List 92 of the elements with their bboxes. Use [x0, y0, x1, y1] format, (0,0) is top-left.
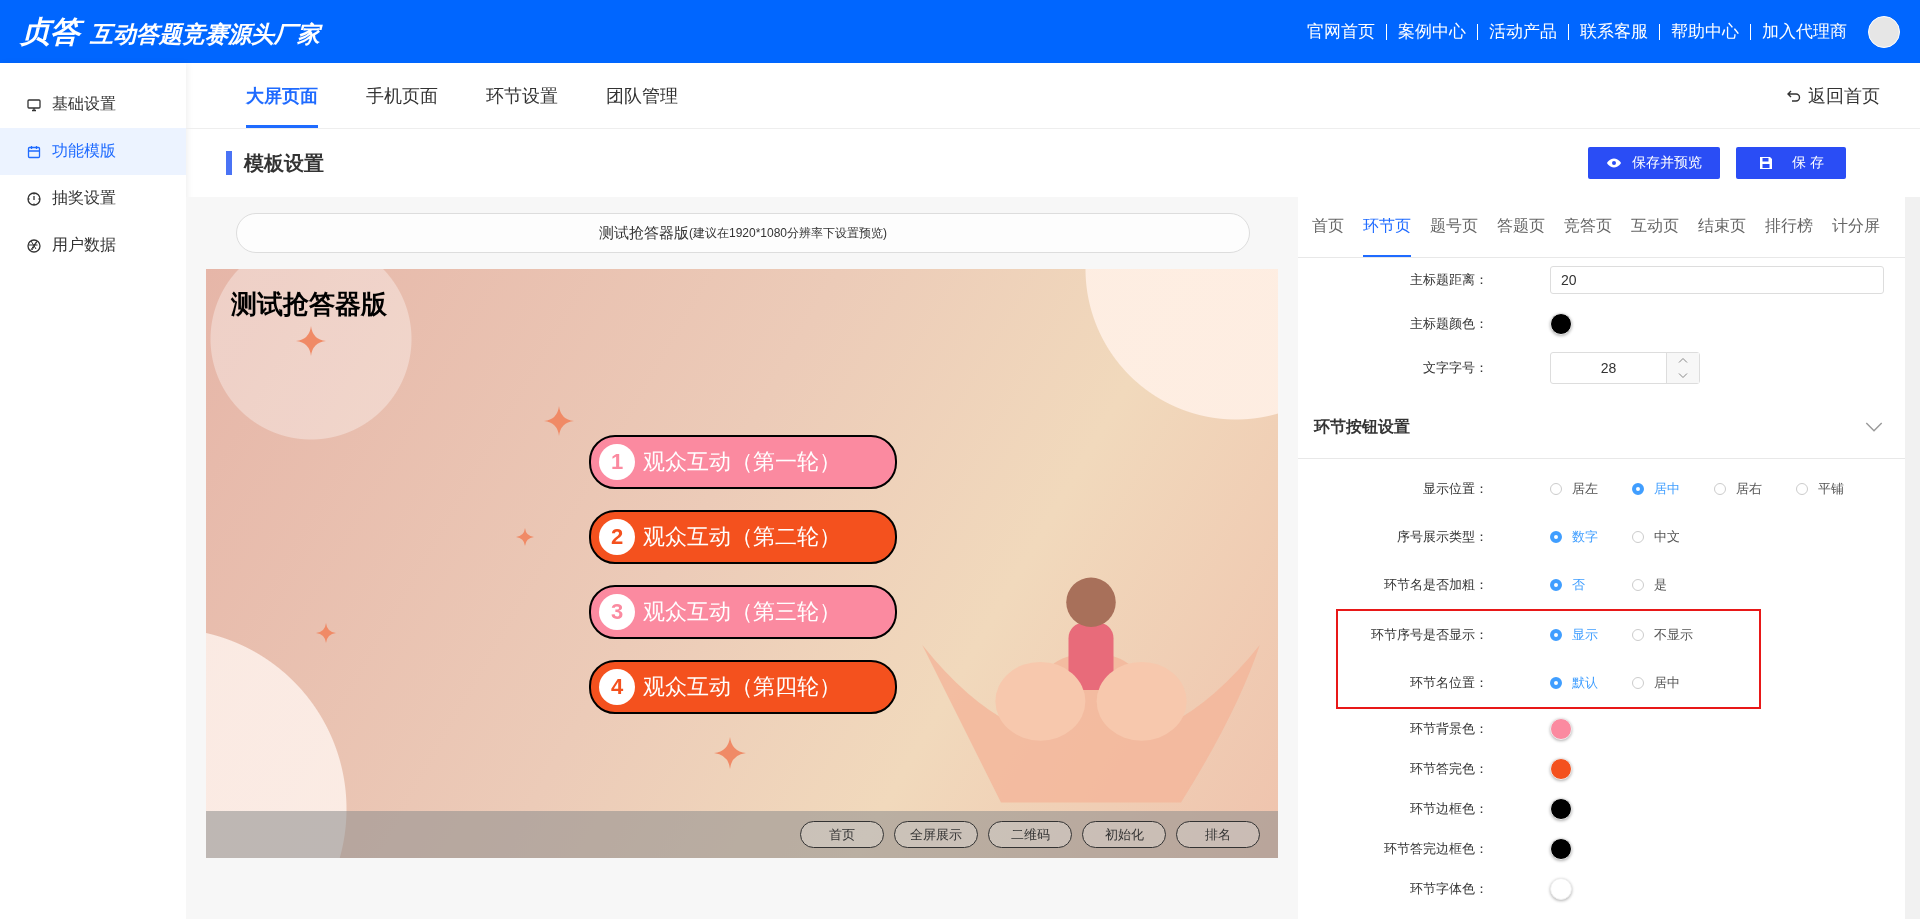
sidebar-item[interactable]: 抽奖设置 [0, 175, 186, 222]
settings-tab[interactable]: 计分屏 [1832, 197, 1880, 257]
field-label: 环节序号是否显示： [1370, 626, 1488, 644]
group-header[interactable]: 环节按钮设置 [1298, 396, 1905, 459]
back-link[interactable]: 返回首页 [1786, 63, 1880, 128]
settings-tab[interactable]: 竞答页 [1564, 197, 1612, 257]
settings-tab[interactable]: 结束页 [1698, 197, 1746, 257]
color-swatch[interactable] [1550, 838, 1572, 860]
calendar-icon [26, 143, 42, 160]
control-button[interactable]: 二维码 [988, 821, 1072, 848]
radio-option[interactable]: 是 [1632, 576, 1714, 594]
radio-option[interactable]: 中文 [1632, 528, 1714, 546]
dial-icon [26, 190, 42, 207]
sidebar-item[interactable]: 基础设置 [0, 81, 186, 128]
round-number: 4 [599, 669, 635, 705]
field-label: 环节背景色： [1409, 720, 1488, 738]
action-button[interactable]: 保存并预览 [1588, 147, 1721, 179]
radio-circle[interactable] [1714, 483, 1726, 495]
page-tab[interactable]: 团队管理 [606, 63, 678, 128]
radio-option[interactable]: 不显示 [1632, 626, 1714, 644]
round-number: 2 [599, 519, 635, 555]
chevron-icon [1865, 421, 1883, 433]
avatar[interactable] [1868, 15, 1900, 48]
nav-link[interactable]: 联系客服 [1569, 20, 1659, 43]
number-input[interactable]: 28 [1550, 352, 1700, 384]
page-tab[interactable]: 大屏页面 [246, 63, 318, 128]
action-button[interactable]: 保 存 [1736, 147, 1846, 179]
sidebar-item[interactable]: 用户数据 [0, 222, 186, 269]
radio-option[interactable]: 平铺 [1796, 480, 1878, 498]
radio-circle[interactable] [1632, 629, 1644, 641]
radio-circle[interactable] [1550, 579, 1562, 591]
field-label: 环节名位置： [1409, 674, 1488, 692]
radio-option[interactable]: 居左 [1550, 480, 1632, 498]
sparkle-icon [516, 527, 534, 547]
section-title: 模板设置 [244, 150, 324, 176]
radio-circle[interactable] [1550, 531, 1562, 543]
color-swatch[interactable] [1550, 798, 1572, 820]
radio-circle[interactable] [1550, 629, 1562, 641]
nav-link[interactable]: 帮助中心 [1660, 20, 1750, 43]
logo-text: 贞答 [20, 11, 84, 52]
field-label: 环节答完边框色： [1383, 840, 1488, 858]
round-button[interactable]: 2 观众互动（第二轮） [589, 510, 897, 564]
field-label: 序号展示类型： [1396, 528, 1488, 546]
field-label: 环节字体色： [1409, 880, 1488, 898]
settings-tab[interactable]: 排行榜 [1765, 197, 1813, 257]
nav-link[interactable]: 加入代理商 [1751, 20, 1858, 43]
radio-circle[interactable] [1796, 483, 1808, 495]
page-tab[interactable]: 环节设置 [486, 63, 558, 128]
radio-circle[interactable] [1632, 531, 1644, 543]
screen-title: 测试抢答器版 [231, 288, 387, 321]
round-number: 1 [599, 444, 635, 480]
radio-circle[interactable] [1550, 483, 1562, 495]
control-button[interactable]: 全屏展示 [894, 821, 978, 848]
color-swatch[interactable] [1550, 878, 1572, 900]
round-number: 3 [599, 594, 635, 630]
text-input[interactable]: 20 [1550, 266, 1884, 294]
radio-circle[interactable] [1632, 677, 1644, 689]
sidebar-item[interactable]: 功能模版 [0, 128, 186, 175]
settings-tab[interactable]: 答题页 [1497, 197, 1545, 257]
save-icon [1758, 155, 1775, 171]
field-label: 主标题距离： [1409, 271, 1488, 289]
settings-tab[interactable]: 环节页 [1363, 197, 1411, 257]
field-label: 环节答完色： [1409, 760, 1488, 778]
color-swatch[interactable] [1550, 718, 1572, 740]
banner-hint: (建议在1920*1080分辨率下设置预览) [688, 224, 888, 242]
color-swatch[interactable] [1550, 758, 1572, 780]
aperture-icon [26, 237, 42, 254]
control-button[interactable]: 排名 [1176, 821, 1260, 848]
settings-tab[interactable]: 题号页 [1430, 197, 1478, 257]
accent-bar [226, 151, 232, 175]
monitor-icon [26, 96, 42, 113]
field-label: 环节边框色： [1409, 800, 1488, 818]
nav-link[interactable]: 官网首页 [1296, 20, 1386, 43]
nav-link[interactable]: 活动产品 [1478, 20, 1568, 43]
field-label: 主标题颜色： [1409, 315, 1488, 333]
radio-circle[interactable] [1632, 483, 1644, 495]
radio-option[interactable]: 居右 [1714, 480, 1796, 498]
banner-title: 测试抢答器版 [598, 223, 689, 243]
field-label: 环节名是否加粗： [1383, 576, 1488, 594]
field-label: 文字字号： [1422, 359, 1488, 377]
control-button[interactable]: 初始化 [1082, 821, 1166, 848]
round-button[interactable]: 4 观众互动（第四轮） [589, 660, 897, 714]
field-label: 显示位置： [1422, 480, 1488, 498]
settings-tab[interactable]: 互动页 [1631, 197, 1679, 257]
settings-tab[interactable]: 首页 [1312, 197, 1344, 257]
nav-link[interactable]: 案例中心 [1387, 20, 1477, 43]
page-tab[interactable]: 手机页面 [366, 63, 438, 128]
radio-circle[interactable] [1632, 579, 1644, 591]
radio-option[interactable]: 居中 [1632, 674, 1714, 692]
color-swatch[interactable] [1550, 313, 1572, 335]
radio-circle[interactable] [1550, 677, 1562, 689]
control-button[interactable]: 首页 [800, 821, 884, 848]
